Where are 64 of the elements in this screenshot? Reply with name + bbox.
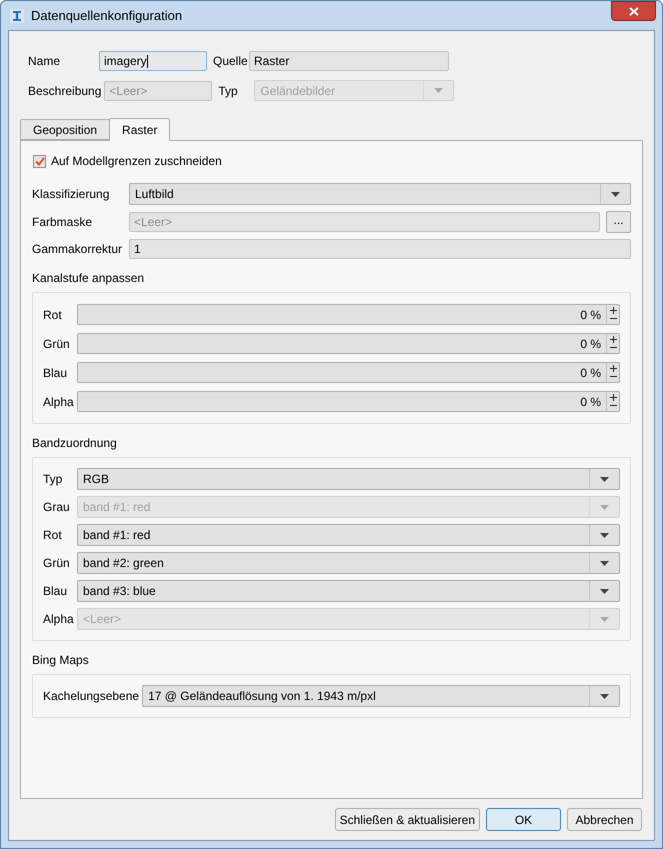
input-field[interactable]: Raster: [249, 51, 449, 71]
caret-icon: [434, 88, 444, 93]
caret-icon: [600, 476, 609, 482]
field-label: Rot: [43, 527, 63, 544]
field-label: Name: [28, 53, 62, 70]
caret-icon: [600, 504, 609, 510]
field-label: Klassifizierung: [32, 186, 110, 203]
checkbox[interactable]: [33, 154, 46, 168]
dropdown[interactable]: 17 @ Geländeauflösung von 1. 1943 m/pxl: [142, 685, 620, 707]
field-label: Grau: [43, 499, 71, 516]
input-field[interactable]: imagery: [99, 51, 207, 71]
plus-icon[interactable]: [610, 307, 616, 314]
field-label: Kachelungsebene: [43, 688, 140, 705]
caret-icon: [600, 560, 609, 566]
plus-icon[interactable]: [610, 336, 616, 343]
field-label: Rot: [43, 306, 63, 324]
window-title: Datenquellenkonfiguration: [31, 6, 184, 25]
field-label: Grün: [43, 336, 71, 352]
check-icon: [34, 156, 44, 166]
caret-icon: [600, 694, 609, 698]
field-label: Typ: [218, 82, 239, 100]
field-label: Alpha: [43, 611, 75, 628]
dropdown[interactable]: Luftbild: [129, 183, 631, 205]
caret-icon: [600, 588, 609, 594]
section-title: Bing Maps: [32, 652, 90, 669]
caret-icon: [600, 532, 609, 538]
field-label: Typ: [43, 471, 64, 488]
close-icon: [628, 6, 638, 16]
checkbox-label: Auf Modellgrenzen zuschneiden: [51, 153, 222, 170]
field-label: Blau: [43, 583, 68, 600]
plus-icon[interactable]: [610, 365, 616, 372]
dialog-button[interactable]: Schließen & aktualisieren: [334, 808, 480, 831]
field-label: Gammakorrektur: [32, 241, 124, 258]
plus-icon[interactable]: [610, 394, 616, 401]
field-label: Farbmaske: [32, 214, 94, 231]
tab[interactable]: Raster: [109, 118, 170, 141]
field-label: Blau: [43, 364, 68, 382]
field-label: Grün: [43, 555, 71, 572]
field-label: Quelle: [213, 53, 249, 70]
caret-icon: [611, 192, 620, 196]
browse-button[interactable]: ...: [606, 211, 631, 233]
minus-icon[interactable]: [610, 344, 616, 351]
minus-icon[interactable]: [610, 373, 616, 380]
minus-icon[interactable]: [610, 402, 616, 409]
field-label: Beschreibung: [28, 82, 102, 100]
dropdown[interactable]: band #3: blue: [77, 580, 620, 602]
spin-box[interactable]: 0 %: [77, 362, 620, 383]
dropdown[interactable]: band #2: green: [77, 552, 620, 574]
dropdown[interactable]: band #1: red: [77, 524, 620, 546]
spin-box[interactable]: 0 %: [77, 304, 620, 325]
section-title: Bandzuordnung: [32, 435, 118, 452]
spin-box[interactable]: 0 %: [77, 391, 620, 412]
section-title: Kanalstufe anpassen: [32, 270, 146, 287]
dialog-button[interactable]: OK: [486, 808, 561, 831]
dropdown[interactable]: RGB: [77, 468, 620, 490]
dialog-button[interactable]: Abbrechen: [567, 808, 642, 831]
caret-icon: [600, 616, 609, 622]
tab[interactable]: Geoposition: [20, 119, 110, 140]
minus-icon[interactable]: [610, 315, 616, 322]
app-logo-icon: [9, 8, 25, 24]
spin-box[interactable]: 0 %: [77, 333, 620, 354]
close-button[interactable]: [611, 1, 656, 21]
input-field[interactable]: 1: [129, 239, 631, 259]
field-label: Alpha: [43, 394, 75, 410]
